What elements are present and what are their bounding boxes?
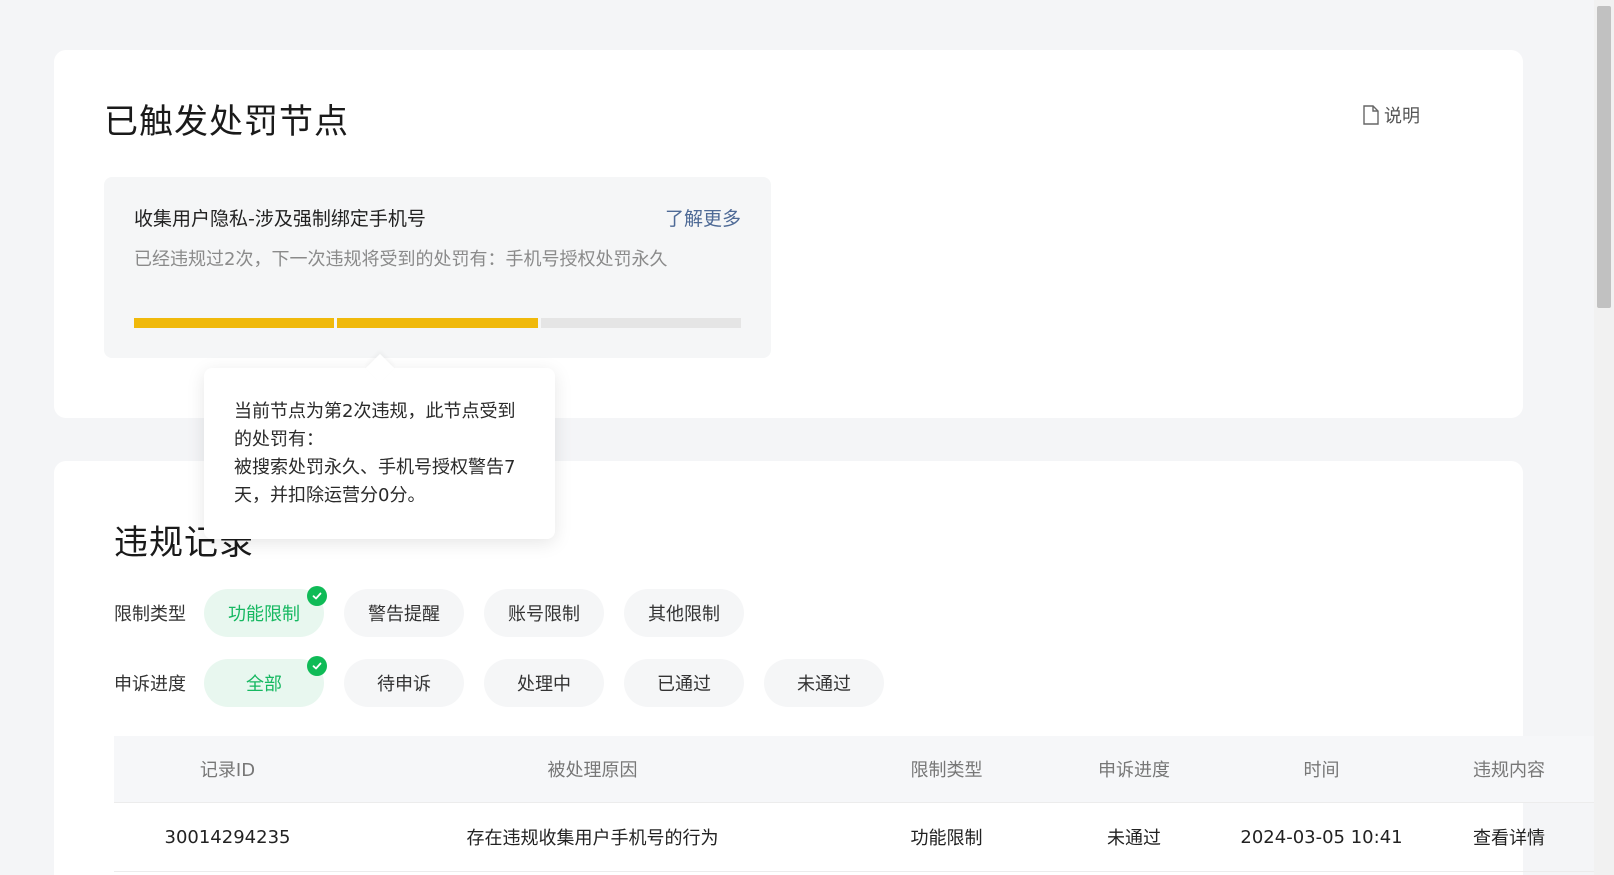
restriction-filter-chip[interactable]: 其他限制 [624, 589, 744, 637]
appeal-filter-chip[interactable]: 待申诉 [344, 659, 464, 707]
penalty-node-box: 收集用户隐私-涉及强制绑定手机号 了解更多 已经违规过2次，下一次违规将受到的处… [104, 177, 771, 358]
penalty-section-title: 已触发处罚节点 [104, 102, 349, 142]
violation-progress-bar [134, 318, 741, 328]
cell-reason-link[interactable]: 存在违规收集用户手机号的行为 [341, 824, 844, 850]
appeal-filter-chip-label: 全部 [246, 674, 282, 695]
appeal-filter-chip[interactable]: 全部 [204, 656, 327, 707]
scrollbar[interactable] [1594, 0, 1614, 875]
node-description: 已经违规过2次，下一次违规将受到的处罚有：手机号授权处罚永久 [134, 249, 668, 270]
node-tooltip: 当前节点为第2次违规，此节点受到 的处罚有： 被搜索处罚永久、手机号授权警告7 … [204, 368, 555, 539]
cell-time: 2024-03-05 10:41 [1240, 826, 1403, 848]
restriction-filter-chip[interactable]: 功能限制 [204, 586, 327, 637]
view-details-link[interactable]: 查看详情 [1424, 824, 1594, 850]
table-row: 30014294235 存在违规收集用户手机号的行为 功能限制 未通过 2024… [114, 803, 1594, 872]
progress-segment [337, 318, 538, 328]
table-header: 记录ID 被处理原因 限制类型 申诉进度 时间 违规内容 [114, 736, 1594, 803]
appeal-filter-chip-label: 处理中 [517, 674, 571, 695]
appeal-filter-chip[interactable]: 处理中 [484, 659, 604, 707]
cell-restriction-type: 功能限制 [910, 828, 983, 849]
appeal-filter-chip[interactable]: 已通过 [624, 659, 744, 707]
node-title: 收集用户隐私-涉及强制绑定手机号 [134, 208, 426, 230]
progress-segment [540, 318, 741, 328]
learn-more-link[interactable]: 了解更多 [665, 204, 741, 231]
cell-appeal-progress: 未通过 [1107, 828, 1161, 849]
records-table: 记录ID 被处理原因 限制类型 申诉进度 时间 违规内容 30014294235… [114, 736, 1594, 872]
checkmark-icon [307, 656, 327, 676]
scrollbar-thumb[interactable] [1597, 6, 1611, 308]
header-time: 时间 [1303, 760, 1340, 781]
restriction-filter-chip[interactable]: 账号限制 [484, 589, 604, 637]
page: 已触发处罚节点 说明 收集用户隐私-涉及强制绑定手机号 了解更多 已经违规过2次… [0, 0, 1614, 875]
cell-record-id: 30014294235 [164, 826, 291, 848]
restriction-filter-chip-label: 其他限制 [648, 604, 720, 625]
help-link[interactable]: 说明 [1362, 102, 1420, 128]
restriction-filter-chip-label: 账号限制 [508, 604, 580, 625]
appeal-filter-chip[interactable]: 未通过 [764, 659, 884, 707]
document-icon [1363, 105, 1379, 125]
header-violation-content: 违规内容 [1473, 760, 1545, 781]
appeal-filter-label: 申诉进度 [114, 674, 186, 695]
progress-segment [134, 318, 335, 328]
appeal-filter-chip-label: 已通过 [657, 674, 711, 695]
restriction-filter-chip-label: 警告提醒 [368, 604, 440, 625]
restriction-filter-chip[interactable]: 警告提醒 [344, 589, 464, 637]
tooltip-text: 当前节点为第2次违规，此节点受到 的处罚有： 被搜索处罚永久、手机号授权警告7 … [234, 401, 516, 506]
header-record-id: 记录ID [199, 760, 256, 781]
checkmark-icon [307, 586, 327, 606]
header-appeal-progress: 申诉进度 [1098, 760, 1170, 781]
restriction-filter-label: 限制类型 [114, 604, 186, 625]
penalty-card: 已触发处罚节点 说明 收集用户隐私-涉及强制绑定手机号 了解更多 已经违规过2次… [54, 50, 1523, 418]
header-restriction-type: 限制类型 [910, 760, 983, 781]
appeal-filter-chip-label: 未通过 [797, 674, 851, 695]
restriction-filter-chip-label: 功能限制 [228, 604, 300, 625]
restriction-filter-row: 限制类型 功能限制 警告提醒 账号限制 其他限制 [114, 586, 764, 637]
appeal-filter-row: 申诉进度 全部 待申诉 处理中 已通过 未通过 [114, 656, 904, 707]
header-reason: 被处理原因 [547, 760, 638, 781]
help-label: 说明 [1384, 106, 1420, 127]
appeal-filter-chip-label: 待申诉 [377, 674, 431, 695]
